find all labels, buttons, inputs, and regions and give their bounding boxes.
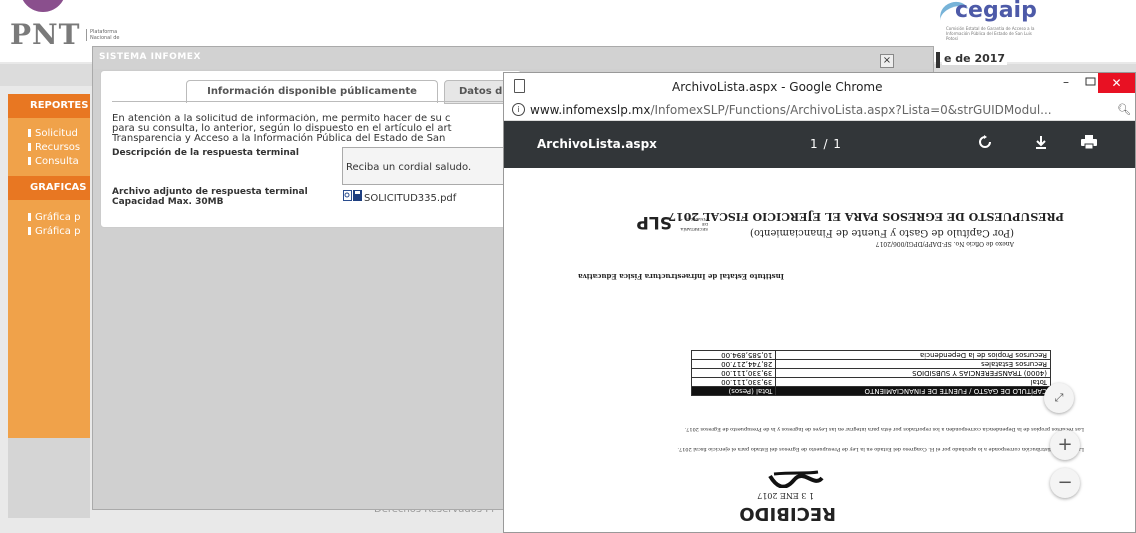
chrome-titlebar: ArchivoLista.aspx - Google Chrome – ✕	[504, 73, 1135, 100]
sidebar-item-solicitud[interactable]: Solicitud	[28, 128, 78, 140]
cegaip-logo-subtitle: Comisión Estatal de Garantía de Acceso a…	[946, 26, 1035, 41]
zoom-in-button[interactable]: +	[1050, 430, 1080, 460]
info-icon[interactable]: i	[512, 103, 525, 116]
table-row: Recursos Estatales 28,744,217.00	[691, 359, 1051, 369]
bullet-icon	[28, 227, 31, 235]
sidebar-header-reportes: REPORTES	[8, 94, 90, 118]
pnt-logo-mark	[20, 0, 66, 12]
scan-institute: Instituto Estatal de Infraestructura Fís…	[578, 272, 784, 281]
sidebar-item-grafica-1[interactable]: Gráfica p	[28, 212, 80, 224]
budget-table: CAPÍTULO DE GASTO / FUENTE DE FINANCIAMI…	[691, 350, 1051, 396]
tab-informacion-publica[interactable]: Información disponible públicamente	[186, 80, 438, 103]
table-header-cell: Total (Pesos)	[691, 386, 776, 396]
description-value: Reciba un cordial saludo.	[346, 162, 472, 173]
pdf-toolbar: ArchivoLista.aspx 1 / 1	[504, 121, 1135, 168]
pdf-page-indicator: 1 / 1	[810, 137, 842, 151]
stamp-date: 1 3 ENE 2017	[757, 491, 814, 500]
table-row: (4000) TRANSFERENCIAS Y SUBSIDIOS 39,330…	[691, 368, 1051, 378]
intro-line: Transparencia y Acceso a la Información …	[112, 133, 446, 144]
bullet-icon	[28, 157, 31, 165]
close-window-button[interactable]: ✕	[1098, 73, 1135, 93]
slp-logo: SLP	[636, 212, 672, 232]
page-icon	[514, 79, 525, 93]
stamp-emblem	[768, 470, 824, 488]
table-row: Recursos Propios de la Dependencia 10,58…	[691, 350, 1051, 360]
rotate-icon[interactable]	[978, 135, 992, 149]
chrome-window-title: ArchivoLista.aspx - Google Chrome	[672, 80, 883, 94]
scan-title: PRESUPUESTO DE EGRESOS PARA EL EJERCICIO…	[668, 210, 1064, 223]
infomex-titlebar: SISTEMA INFOMEX	[93, 47, 933, 69]
infomex-title: SISTEMA INFOMEX	[99, 52, 201, 62]
slp-logo-subtitle: SECRETARÍA DE FINANZAS	[680, 217, 708, 232]
table-header-row: CAPÍTULO DE GASTO / FUENTE DE FINANCIAMI…	[691, 386, 1051, 396]
file-icons	[343, 190, 363, 202]
download-icon[interactable]	[1034, 135, 1048, 149]
date-text: e de 2017	[942, 52, 1008, 65]
scan-subtitle: (Por Capítulo de Gasto y Fuente de Finan…	[750, 227, 1014, 238]
sidebar-item-consulta[interactable]: Consulta	[28, 156, 79, 168]
sidebar-footer-block	[8, 438, 90, 518]
pnt-logo-subtitle: Plataforma Nacional de	[86, 29, 130, 41]
attachment-label: Archivo adjunto de respuesta terminal	[112, 187, 308, 197]
bullet-icon	[28, 213, 31, 221]
scan-annex: Anexo de Oficio No. SF-DAPP/DPGI/006/201…	[875, 240, 1014, 247]
sidebar: REPORTES Solicitud Recursos Consulta GRA…	[8, 94, 90, 439]
fit-page-button[interactable]: ⤢	[1044, 383, 1074, 413]
tab-divider	[112, 101, 512, 102]
table-row: Total 39,330,111.00	[691, 377, 1051, 387]
pdf-file-name: ArchivoLista.aspx	[537, 137, 657, 151]
zoom-magnifier-icon[interactable]: 🔍︎	[1117, 103, 1131, 116]
date-marker	[936, 52, 940, 68]
zoom-out-button[interactable]: −	[1050, 468, 1080, 498]
attachment-capacity: Capacidad Max. 30MB	[112, 197, 224, 207]
minimize-button[interactable]: –	[1058, 75, 1074, 89]
maximize-button[interactable]	[1082, 75, 1098, 89]
bullet-icon	[28, 143, 31, 151]
file-view-icon[interactable]	[343, 190, 352, 201]
pdf-viewport[interactable]: PRESUPUESTO DE EGRESOS PARA EL EJERCICIO…	[504, 168, 1135, 532]
response-intro-text: En atención a la solicitud de informació…	[112, 114, 502, 144]
scan-paragraph-2: Los recursos propios de la Dependencia c…	[684, 426, 1084, 432]
sidebar-header-graficas: GRAFICAS	[8, 176, 90, 200]
stamp-recibido: RECIBIDO	[739, 503, 836, 524]
chrome-popup-window: ArchivoLista.aspx - Google Chrome – ✕ i …	[503, 72, 1136, 533]
pnt-logo-text: PNT	[10, 18, 81, 51]
description-label: Descripción de la respuesta terminal	[112, 148, 299, 158]
address-bar[interactable]: i www.infomexslp.mx/InfomexSLP/Functions…	[504, 100, 1135, 121]
infomex-close-button[interactable]: ×	[880, 54, 894, 68]
table-header-cell: CAPÍTULO DE GASTO / FUENTE DE FINANCIAMI…	[775, 386, 1051, 396]
sidebar-item-recursos[interactable]: Recursos	[28, 142, 80, 154]
scanned-document: PRESUPUESTO DE EGRESOS PARA EL EJERCICIO…	[564, 178, 1084, 528]
attachment-file-link[interactable]: SOLICITUD335.pdf	[364, 193, 456, 204]
print-icon[interactable]	[1081, 135, 1097, 149]
scan-paragraph-1: La presente distribución corresponde a l…	[677, 446, 1084, 452]
bullet-icon	[28, 129, 31, 137]
sidebar-item-grafica-2[interactable]: Gráfica p	[28, 226, 80, 238]
cegaip-logo: cegaip	[955, 0, 1037, 23]
url-text: www.infomexslp.mx/InfomexSLP/Functions/A…	[530, 103, 1052, 117]
save-icon[interactable]	[353, 190, 362, 201]
